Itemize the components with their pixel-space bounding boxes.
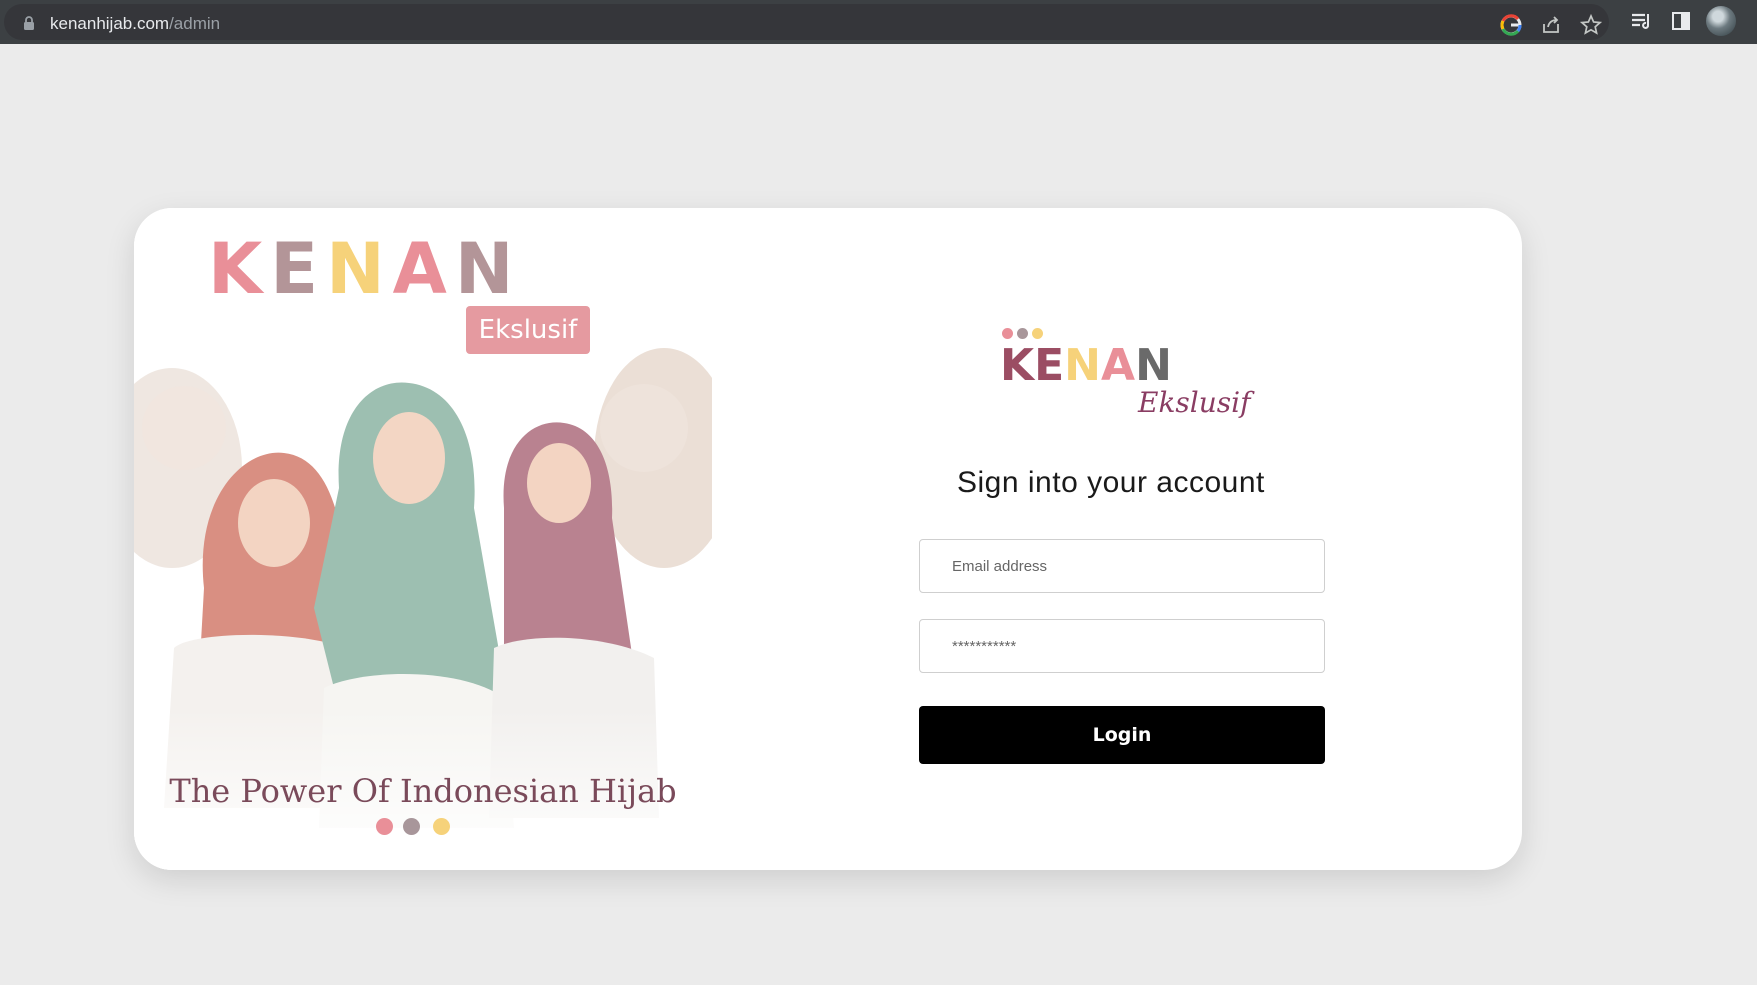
brand-letter: E <box>270 228 327 310</box>
reading-list-icon[interactable] <box>1630 10 1652 32</box>
address-bar[interactable]: kenanhijab.com/admin <box>4 4 1609 40</box>
url-host: kenanhijab.com <box>50 14 170 33</box>
side-panel-icon[interactable] <box>1670 10 1692 32</box>
promo-tagline: The Power Of Indonesian Hijab <box>169 772 677 810</box>
logo-dot <box>1032 328 1043 339</box>
logo-wordmark: KENAN <box>1000 340 1172 391</box>
carousel-dot[interactable] <box>376 818 393 835</box>
google-icon[interactable] <box>1500 14 1522 36</box>
logo-dot <box>1017 328 1028 339</box>
kenan-logo: KENAN Ekslusif <box>1000 328 1250 438</box>
logo-letter: A <box>1101 340 1136 391</box>
login-card: KENAN Ekslusif The Power Of Indonesian H… <box>134 208 1522 870</box>
avatar[interactable] <box>1706 6 1736 36</box>
password-input[interactable] <box>919 619 1325 673</box>
promo-brand-wordmark: KENAN <box>208 228 521 310</box>
logo-letter: N <box>1064 340 1101 391</box>
share-icon[interactable] <box>1540 14 1562 36</box>
logo-script-text: Ekslusif <box>1138 386 1251 419</box>
browser-toolbar: kenanhijab.com/admin <box>0 0 1757 44</box>
logo-dot <box>1002 328 1013 339</box>
logo-letter: E <box>1034 340 1065 391</box>
login-button[interactable]: Login <box>919 706 1325 764</box>
url-path: /admin <box>169 14 221 33</box>
sign-in-heading: Sign into your account <box>957 466 1265 499</box>
brand-letter: K <box>208 228 271 310</box>
brand-letter: N <box>326 228 393 310</box>
logo-letter: N <box>1135 340 1172 391</box>
star-icon[interactable] <box>1580 14 1602 36</box>
logo-letter: K <box>1000 340 1035 391</box>
brand-letter: A <box>392 228 455 310</box>
email-input[interactable] <box>919 539 1325 593</box>
lock-icon[interactable] <box>22 15 36 31</box>
url-text[interactable]: kenanhijab.com/admin <box>50 14 220 34</box>
brand-letter: N <box>454 228 522 310</box>
ekslusif-badge: Ekslusif <box>466 306 590 354</box>
carousel-dot[interactable] <box>403 818 420 835</box>
promo-panel: KENAN Ekslusif The Power Of Indonesian H… <box>134 208 712 870</box>
carousel-dot[interactable] <box>433 818 450 835</box>
